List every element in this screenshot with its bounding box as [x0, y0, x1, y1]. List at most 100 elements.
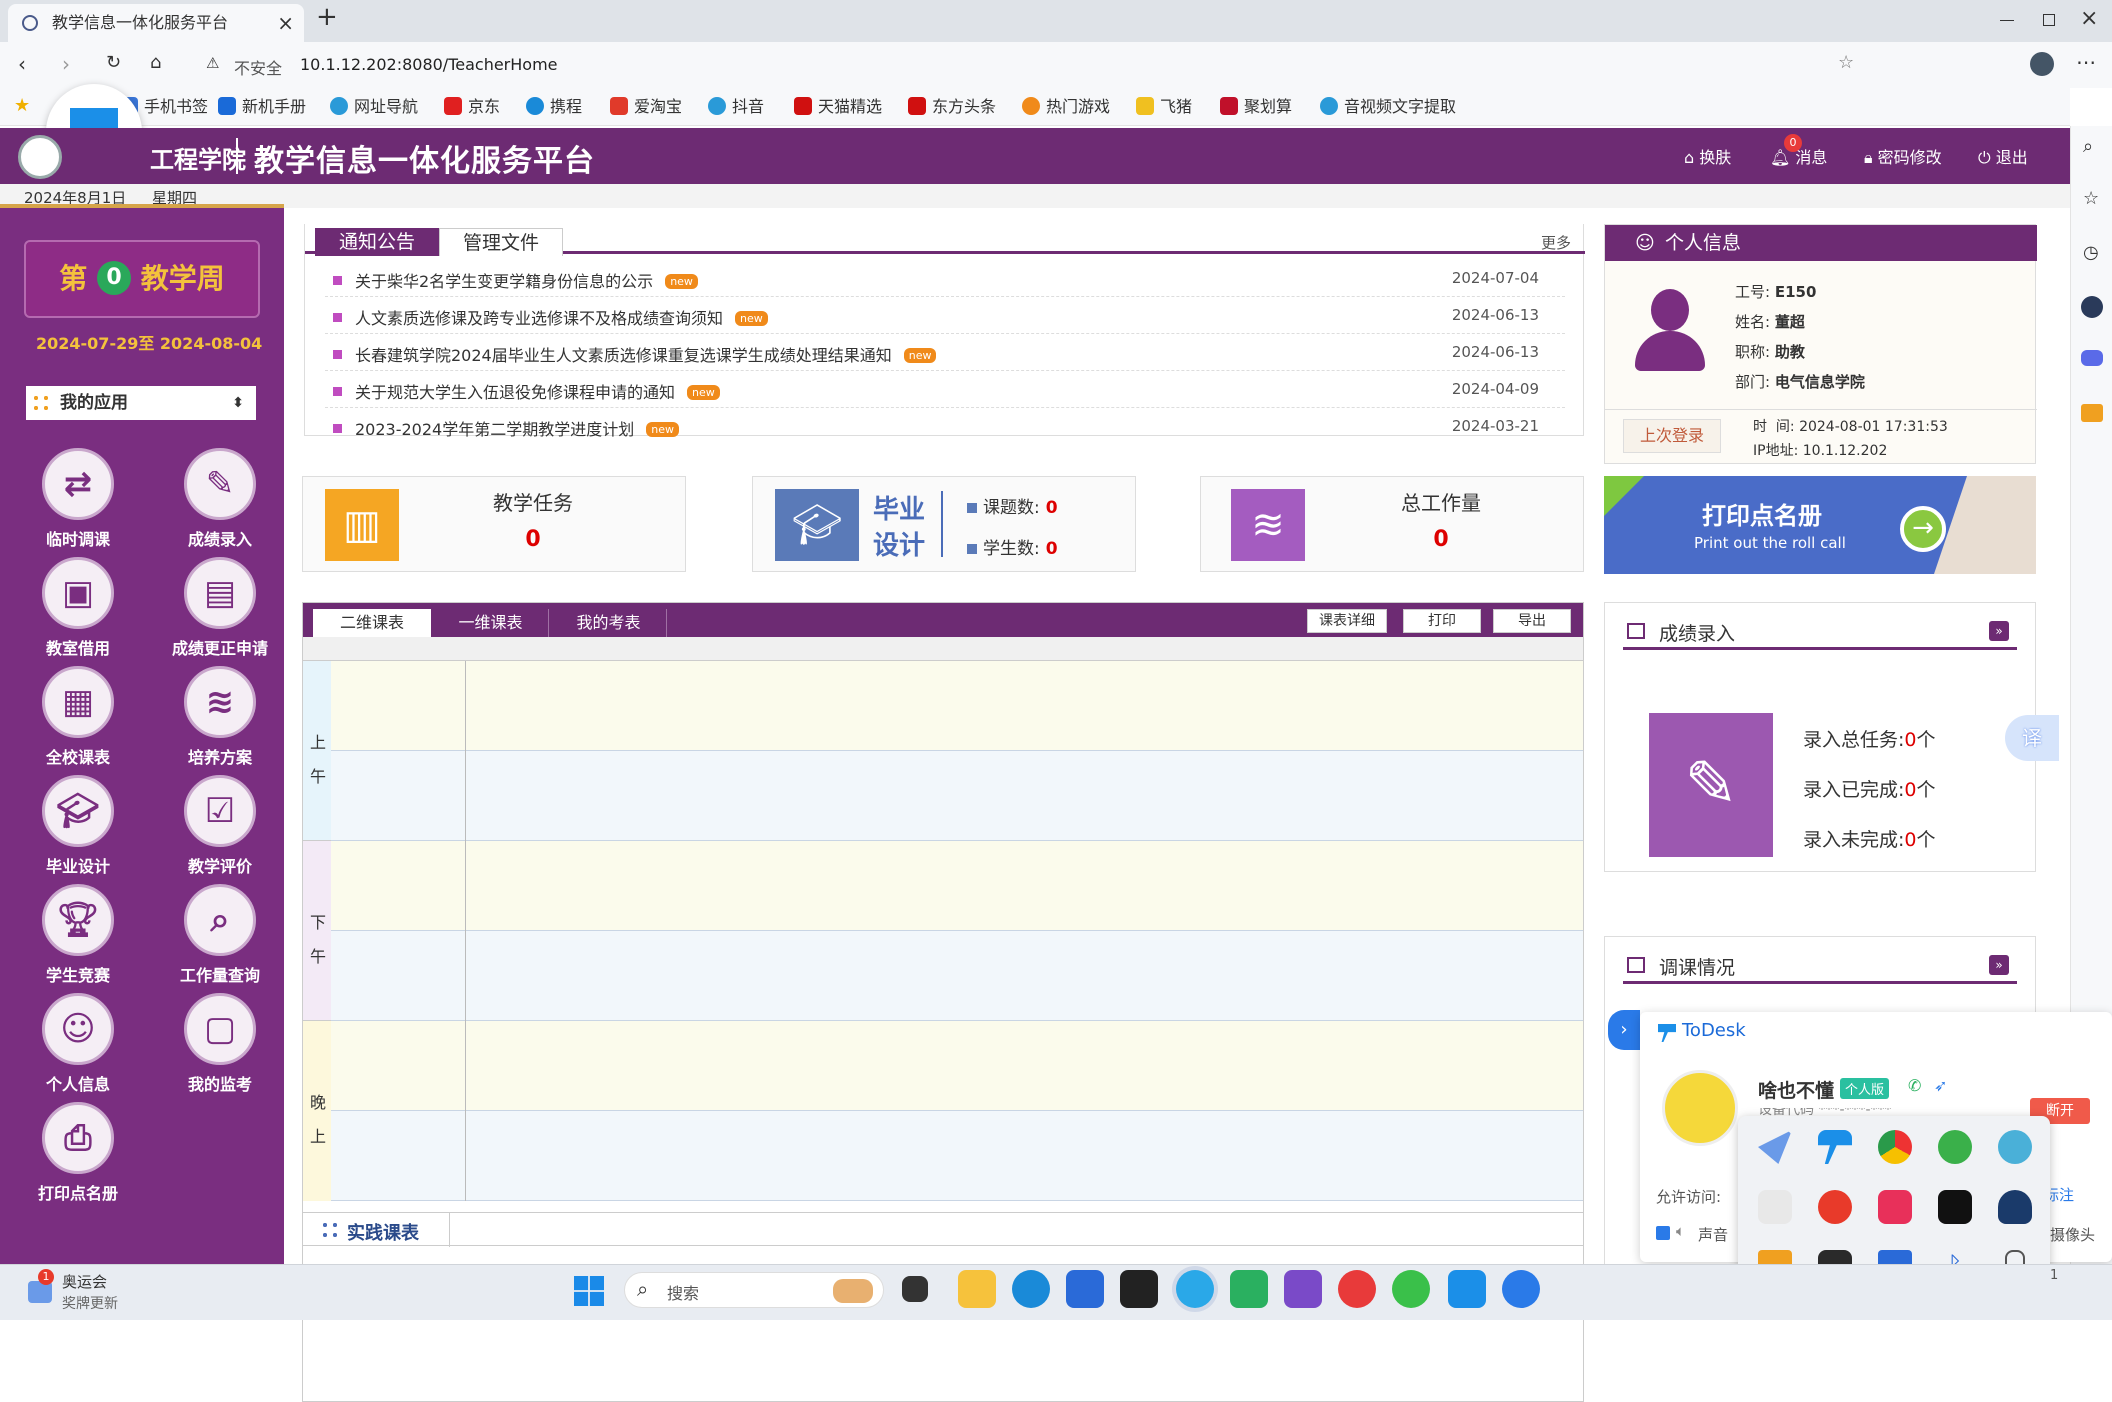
- export-button[interactable]: 导出: [1493, 609, 1571, 633]
- app-student-competition[interactable]: 🏆︎ 学生竞赛: [18, 884, 138, 986]
- notice-item[interactable]: 长春建筑学院2024届毕业生人文素质选修课重复选课学生成绩处理结果通知 new 20…: [325, 334, 1565, 371]
- app-school-timetable[interactable]: ▦ 全校课表: [18, 666, 138, 768]
- store-icon[interactable]: [1066, 1270, 1104, 1308]
- tray-grid-app-icon[interactable]: [1938, 1190, 1972, 1224]
- tab-1d-schedule[interactable]: 一维课表: [433, 609, 549, 637]
- edge-icon[interactable]: [1012, 1270, 1050, 1308]
- bookmark-item[interactable]: 抖音: [708, 96, 764, 118]
- grades-more-icon[interactable]: »: [1989, 621, 2009, 641]
- tray-cloud-icon[interactable]: [1998, 1130, 2032, 1164]
- toolbox-icon[interactable]: [2081, 404, 2103, 422]
- tray-todesk-icon[interactable]: [1818, 1130, 1852, 1164]
- game-icon[interactable]: [2081, 350, 2103, 366]
- cursor-icon[interactable]: ➶: [1934, 1076, 1947, 1095]
- messages-button[interactable]: 🔔︎ 消息 0: [1770, 134, 1827, 168]
- home-icon[interactable]: ⌂: [150, 52, 161, 73]
- visual-studio-icon[interactable]: [1284, 1270, 1322, 1308]
- profile-avatar[interactable]: [2030, 52, 2054, 76]
- reschedule-more-icon[interactable]: »: [1989, 955, 2009, 975]
- tray-blank-icon[interactable]: [1758, 1190, 1792, 1224]
- tray-weibo-icon[interactable]: [1818, 1190, 1852, 1224]
- app-teaching-evaluation[interactable]: ☑ 教学评价: [160, 775, 280, 877]
- schedule-detail-button[interactable]: 课表详细: [1307, 609, 1387, 633]
- translate-button[interactable]: 译: [2005, 715, 2059, 761]
- tray-chrome-icon[interactable]: [1878, 1130, 1912, 1164]
- notice-item[interactable]: 2023-2024学年第二学期教学进度计划 new 2024-03-21: [325, 408, 1565, 445]
- bookmark-item[interactable]: 网址导航: [330, 96, 418, 118]
- tab-my-exams[interactable]: 我的考表: [551, 609, 667, 637]
- phone-icon[interactable]: ✆: [1908, 1076, 1921, 1095]
- bookmark-item[interactable]: 东方头条: [908, 96, 996, 118]
- app-icon[interactable]: [2081, 296, 2103, 318]
- taskview-icon[interactable]: [902, 1276, 928, 1302]
- favorite-icon[interactable]: ☆: [1838, 52, 1854, 73]
- sound-checkbox[interactable]: [1656, 1226, 1670, 1240]
- bookmark-item[interactable]: 飞猪: [1136, 96, 1192, 118]
- app-personal-info[interactable]: ☺ 个人信息: [18, 993, 138, 1095]
- bookmark-item[interactable]: 京东: [444, 96, 500, 118]
- collections-icon[interactable]: ☆: [2083, 188, 2099, 209]
- tray-wechat-browser-icon[interactable]: [1938, 1130, 1972, 1164]
- app-temp-reschedule[interactable]: ⇄ 临时调课: [18, 448, 138, 550]
- tab-close-icon[interactable]: ×: [277, 4, 294, 42]
- last-login-button[interactable]: 上次登录: [1623, 419, 1721, 453]
- close-window-icon[interactable]: ×: [2080, 6, 2098, 31]
- app-grade-correction[interactable]: ▤ 成绩更正申请: [160, 557, 280, 659]
- todesk-collapse-tab[interactable]: ›: [1608, 1010, 1640, 1050]
- total-workload-card[interactable]: ≋ 总工作量 0: [1200, 476, 1584, 572]
- tab-notices[interactable]: 通知公告: [315, 228, 439, 256]
- new-tab-button[interactable]: +: [316, 2, 338, 32]
- bookmark-item[interactable]: 聚划算: [1220, 96, 1292, 118]
- logout-button[interactable]: ⏻ 退出: [1978, 144, 2028, 168]
- print-button[interactable]: 打印: [1403, 609, 1481, 633]
- graduation-design-card[interactable]: 🎓︎ 毕业 设计 课题数: 0 学生数: 0: [752, 476, 1136, 572]
- menu-icon[interactable]: ⋯: [2076, 50, 2096, 74]
- bookmark-item[interactable]: 音视频文字提取: [1320, 96, 1456, 118]
- app-grade-entry[interactable]: ✎ 成绩录入: [160, 448, 280, 550]
- my-apps-selector[interactable]: 我的应用 ⬍: [26, 386, 256, 420]
- tray-flag-icon[interactable]: [1878, 1190, 1912, 1224]
- app-training-plan[interactable]: ≋ 培养方案: [160, 666, 280, 768]
- change-password-button[interactable]: 🔒︎ 密码修改: [1864, 144, 1942, 168]
- search-icon[interactable]: ⌕: [2083, 136, 2093, 157]
- practice-schedule-bar[interactable]: 实践课表: [302, 1212, 1584, 1247]
- notice-item[interactable]: 人文素质选修课及跨专业选修课不及格成绩查询须知 new 2024-06-13: [325, 297, 1565, 334]
- skin-button[interactable]: ⌂ 换肤: [1684, 144, 1731, 168]
- url-field[interactable]: 10.1.12.202:8080/TeacherHome: [300, 55, 558, 74]
- teaching-task-card[interactable]: ▥ 教学任务 0: [302, 476, 686, 572]
- refresh-icon[interactable]: ↻: [106, 52, 121, 73]
- music-icon[interactable]: [1338, 1270, 1376, 1308]
- taskbar-search[interactable]: ⌕ 搜索: [624, 1272, 884, 1308]
- maximize-icon[interactable]: [2043, 14, 2055, 26]
- news-title[interactable]: 奥运会: [62, 1271, 107, 1292]
- bookmark-item[interactable]: 天猫精选: [794, 96, 882, 118]
- bookmark-item[interactable]: 新机手册: [218, 96, 306, 118]
- back-icon[interactable]: ‹: [18, 52, 26, 76]
- app-workload-query[interactable]: ⌕ 工作量查询: [160, 884, 280, 986]
- wechat-icon[interactable]: [1392, 1270, 1430, 1308]
- app-my-invigilation[interactable]: ▢ 我的监考: [160, 993, 280, 1095]
- history-icon[interactable]: ◷: [2083, 242, 2099, 263]
- remote-desktop-icon[interactable]: [1502, 1270, 1540, 1308]
- bookmark-item[interactable]: 爱淘宝: [610, 96, 682, 118]
- tray-cat-icon[interactable]: [1998, 1190, 2032, 1224]
- todesk-taskbar-icon[interactable]: [1448, 1270, 1486, 1308]
- app-print-roll[interactable]: ⎙ 打印点名册: [18, 1102, 138, 1204]
- forward-icon[interactable]: ›: [62, 52, 70, 76]
- notice-item[interactable]: 关于柴华2名学生变更学籍身份信息的公示 new 2024-07-04: [325, 260, 1565, 297]
- minimize-icon[interactable]: [2000, 20, 2014, 21]
- tray-arrow-app-icon[interactable]: [1758, 1130, 1792, 1164]
- bookmark-item[interactable]: 热门游戏: [1022, 96, 1110, 118]
- tab-2d-schedule[interactable]: 二维课表: [313, 609, 431, 637]
- bookmark-item[interactable]: 携程: [526, 96, 582, 118]
- browser-tab[interactable]: 教学信息一体化服务平台 ×: [8, 4, 304, 42]
- print-roll-banner[interactable]: 打印点名册 Print out the roll call →: [1604, 476, 2036, 574]
- more-link[interactable]: 更多: [1541, 232, 1571, 253]
- chat-icon[interactable]: [1230, 1270, 1268, 1308]
- notice-item[interactable]: 关于规范大学生入伍退役免修课程申请的通知 new 2024-04-09: [325, 371, 1565, 408]
- app-icon[interactable]: [1120, 1270, 1158, 1308]
- tab-management-docs[interactable]: 管理文件: [439, 228, 563, 256]
- app-classroom-borrow[interactable]: ▣ 教室借用: [18, 557, 138, 659]
- file-explorer-icon[interactable]: [958, 1270, 996, 1308]
- app-graduation-design[interactable]: 🎓︎ 毕业设计: [18, 775, 138, 877]
